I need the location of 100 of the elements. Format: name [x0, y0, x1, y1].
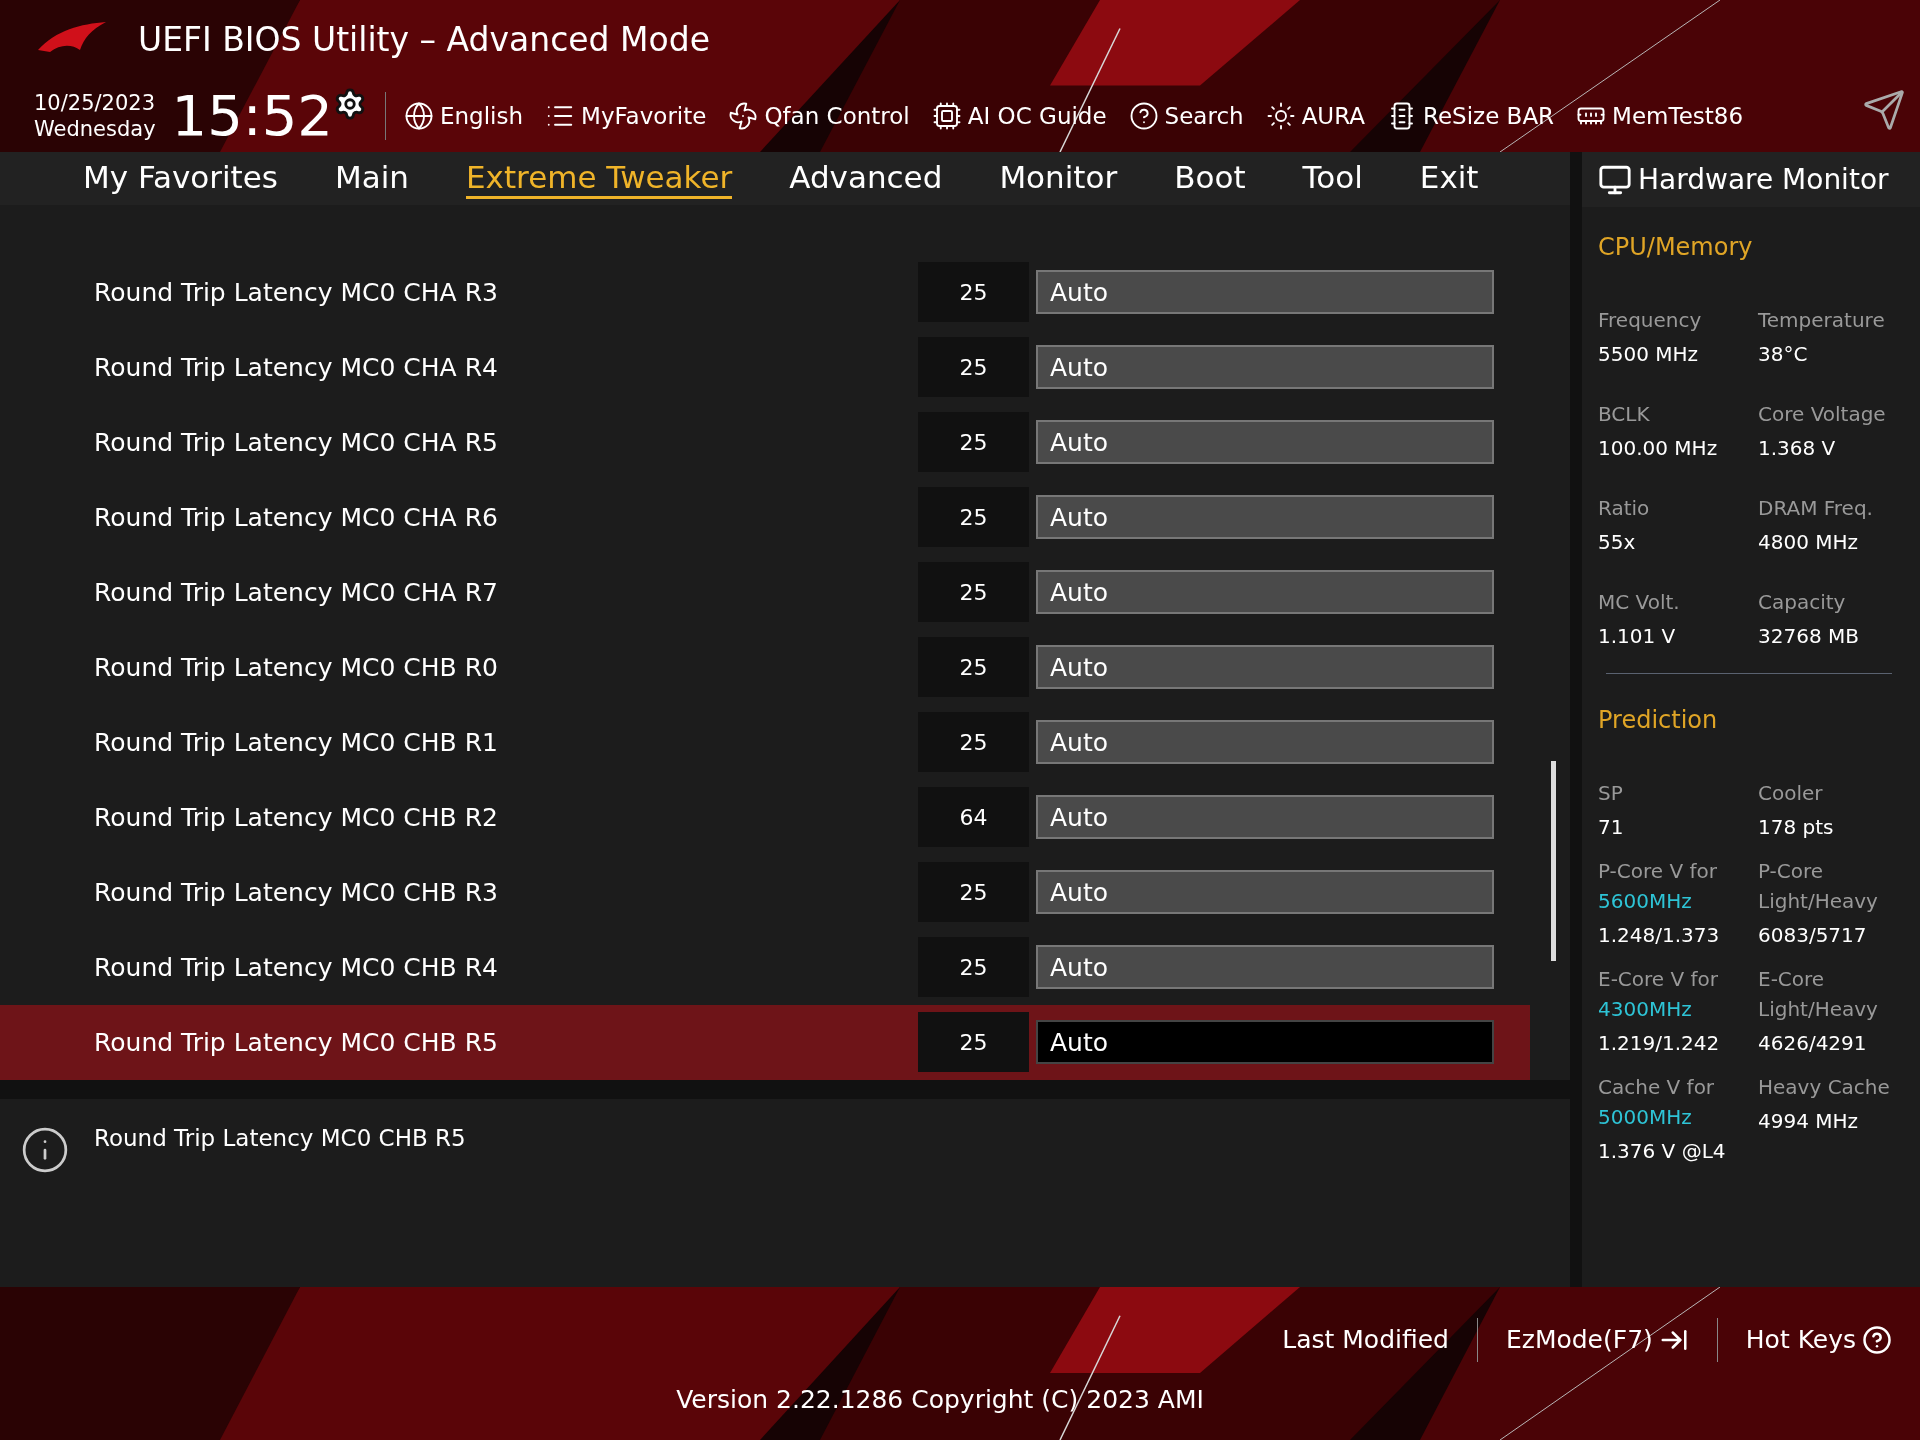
setting-value: 25 — [918, 937, 1029, 998]
stat-label: Core Voltage — [1758, 401, 1887, 428]
setting-value: 25 — [918, 862, 1029, 923]
nav-tab[interactable]: My Favorites — [83, 157, 278, 199]
setting-label: Round Trip Latency MC0 CHB R3 — [93, 876, 499, 909]
setting-dropdown[interactable]: Auto — [1036, 945, 1494, 990]
setting-row[interactable]: Round Trip Latency MC0 CHB R5 25 Auto — [0, 1004, 1530, 1080]
setting-row[interactable]: Round Trip Latency MC0 CHB R0 25 Auto — [0, 629, 1530, 705]
setting-dropdown[interactable]: Auto — [1036, 570, 1494, 615]
setting-dropdown[interactable]: Auto — [1036, 720, 1494, 765]
setting-value: 25 — [918, 412, 1029, 473]
setting-row[interactable]: Round Trip Latency MC0 CHB R2 64 Auto — [0, 779, 1530, 855]
stat-value: 1.101 V — [1598, 623, 1677, 650]
panel-title: Hardware Monitor — [1638, 161, 1889, 198]
stat-label: Cooler — [1758, 780, 1824, 807]
globe-icon — [404, 101, 434, 131]
stat-label: DRAM Freq. — [1758, 495, 1874, 522]
frequency-text: 5000MHz — [1598, 1104, 1693, 1131]
toolbar-button[interactable]: Search — [1128, 98, 1244, 134]
setting-label: Round Trip Latency MC0 CHB R2 — [93, 801, 499, 834]
stat-label: E-Core V for — [1598, 966, 1720, 993]
setting-value: 25 — [918, 562, 1029, 623]
stat-label: BCLK — [1598, 401, 1651, 428]
stat-value: 4626/4291 — [1758, 1030, 1868, 1057]
toolbar-button[interactable]: MyFavorite — [545, 98, 707, 134]
setting-row[interactable]: Round Trip Latency MC0 CHA R3 25 Auto — [0, 254, 1530, 330]
setting-row[interactable]: Round Trip Latency MC0 CHA R7 25 Auto — [0, 554, 1530, 630]
fan-icon — [728, 101, 759, 131]
nav-tab[interactable]: Monitor — [999, 157, 1118, 199]
setting-dropdown[interactable]: Auto — [1036, 645, 1494, 690]
setting-label: Round Trip Latency MC0 CHA R5 — [93, 426, 499, 459]
stat-label: Cache V for — [1598, 1074, 1716, 1101]
stat-value: 38°C — [1758, 341, 1809, 368]
stat-label: Heavy Cache — [1758, 1074, 1891, 1101]
setting-value: 25 — [918, 337, 1029, 398]
stat-label: SP — [1598, 780, 1624, 807]
scrollbar-thumb[interactable] — [1551, 760, 1556, 961]
setting-dropdown[interactable]: Auto — [1036, 795, 1494, 840]
stat-label: Ratio — [1598, 495, 1651, 522]
setting-dropdown[interactable]: Auto — [1036, 1020, 1494, 1065]
setting-row[interactable]: Round Trip Latency MC0 CHA R5 25 Auto — [0, 404, 1530, 480]
setting-label: Round Trip Latency MC0 CHA R3 — [93, 276, 499, 309]
setting-row[interactable]: Round Trip Latency MC0 CHB R4 25 Auto — [0, 929, 1530, 1005]
footer-button[interactable]: Last Modified — [1282, 1321, 1449, 1359]
footer-button[interactable]: EzMode(F7) — [1505, 1321, 1689, 1359]
frequency-text: 5600MHz — [1598, 888, 1693, 915]
setting-label: Round Trip Latency MC0 CHB R5 — [93, 1026, 499, 1059]
frequency-text: 4300MHz — [1598, 996, 1693, 1023]
toolbar-button[interactable]: ReSize BAR — [1387, 98, 1555, 134]
stat-value: 55x — [1598, 529, 1637, 556]
stat-value: 178 pts — [1758, 814, 1835, 841]
setting-row[interactable]: Round Trip Latency MC0 CHB R1 25 Auto — [0, 704, 1530, 780]
setting-value: 25 — [918, 262, 1029, 323]
send-icon[interactable] — [1862, 88, 1906, 132]
setting-dropdown[interactable]: Auto — [1036, 870, 1494, 915]
stat-label: MC Volt. — [1598, 589, 1681, 616]
setting-dropdown[interactable]: Auto — [1036, 345, 1494, 390]
stat-label: Temperature — [1758, 307, 1886, 334]
stat-value: 1.376 V @L4 — [1598, 1138, 1727, 1165]
nav-tab[interactable]: Tool — [1302, 157, 1363, 199]
help-text: Round Trip Latency MC0 CHB R5 — [94, 1123, 466, 1153]
stat-value: 5500 MHz — [1598, 341, 1700, 368]
setting-value: 25 — [918, 712, 1029, 773]
nav-tab[interactable]: Exit — [1419, 157, 1479, 199]
stat-label: P-Core Light/Heavy — [1758, 858, 1879, 915]
setting-label: Round Trip Latency MC0 CHA R4 — [93, 351, 499, 384]
setting-dropdown[interactable]: Auto — [1036, 420, 1494, 465]
date-text: 10/25/2023 — [34, 90, 156, 116]
stat-value: 32768 MB — [1758, 623, 1860, 650]
stat-value: 4800 MHz — [1758, 529, 1860, 556]
footer-button[interactable]: Hot Keys — [1745, 1321, 1892, 1359]
help-icon — [1862, 1325, 1892, 1355]
stat-value: 100.00 MHz — [1598, 435, 1719, 462]
nav-tab[interactable]: Advanced — [789, 157, 943, 199]
settings-icon[interactable] — [333, 87, 367, 121]
setting-row[interactable]: Round Trip Latency MC0 CHA R6 25 Auto — [0, 479, 1530, 555]
setting-dropdown[interactable]: Auto — [1036, 270, 1494, 315]
clock-time: 15:52 — [171, 88, 333, 144]
stat-value: 4994 MHz — [1758, 1108, 1860, 1135]
toolbar-button[interactable]: AURA — [1265, 98, 1365, 134]
setting-dropdown[interactable]: Auto — [1036, 495, 1494, 540]
stat-value: 1.219/1.242 — [1598, 1030, 1721, 1057]
setting-value: 64 — [918, 787, 1029, 848]
toolbar-button[interactable]: English — [404, 98, 524, 134]
nav-tab[interactable]: Boot — [1174, 157, 1246, 199]
toolbar-button[interactable]: MemTest86 — [1576, 98, 1744, 134]
setting-label: Round Trip Latency MC0 CHB R0 — [93, 651, 499, 684]
nav-tab[interactable]: Main — [335, 157, 409, 199]
nav-tab[interactable]: Extreme Tweaker — [466, 157, 733, 199]
stat-label: Capacity — [1758, 589, 1847, 616]
setting-row[interactable]: Round Trip Latency MC0 CHA R4 25 Auto — [0, 329, 1530, 405]
help-icon — [1128, 101, 1159, 131]
stat-label: Frequency — [1598, 307, 1703, 334]
setting-value: 25 — [918, 1012, 1029, 1073]
window-title: UEFI BIOS Utility – Advanced Mode — [138, 19, 710, 62]
toolbar-button[interactable]: Qfan Control — [728, 98, 910, 134]
stat-value: 1.368 V — [1758, 435, 1837, 462]
setting-row[interactable]: Round Trip Latency MC0 CHB R3 25 Auto — [0, 854, 1530, 930]
weekday-text: Wednesday — [34, 116, 156, 142]
chip-icon — [931, 101, 962, 131]
